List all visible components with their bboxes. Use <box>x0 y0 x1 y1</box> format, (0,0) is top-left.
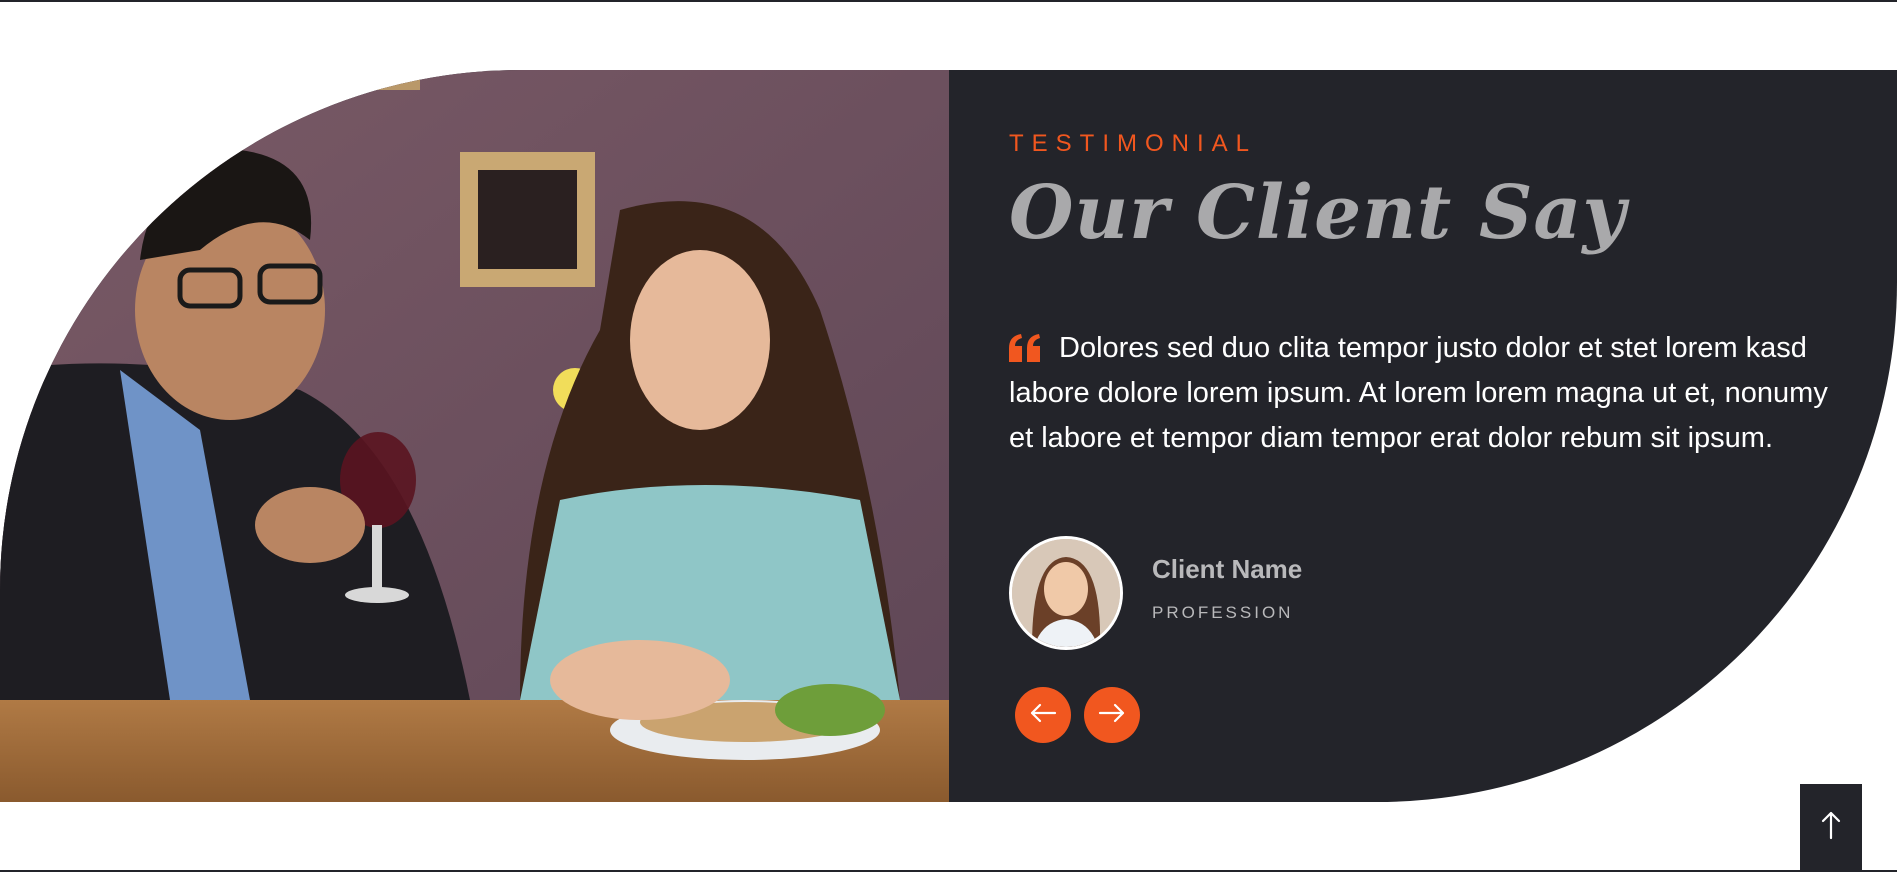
prev-testimonial-button[interactable] <box>1015 687 1071 743</box>
top-border <box>0 0 1897 2</box>
section-title: Our Client Say <box>1009 170 1627 256</box>
next-testimonial-button[interactable] <box>1084 687 1140 743</box>
back-to-top-button[interactable] <box>1800 784 1862 870</box>
testimonial-quote: Dolores sed duo clita tempor justo dolor… <box>1009 332 1828 454</box>
arrow-left-icon <box>1029 703 1057 727</box>
client-name: Client Name <box>1152 554 1303 584</box>
arrow-up-icon <box>1820 810 1842 844</box>
arrow-right-icon <box>1098 703 1126 727</box>
section-eyebrow: TESTIMONIAL <box>1009 130 1258 157</box>
client-avatar <box>1009 536 1123 650</box>
client-profession: PROFESSION <box>1152 603 1294 622</box>
testimonial-content: TESTIMONIAL Our Client Say Dolores sed d… <box>1009 70 1869 802</box>
couple-dining-photo <box>0 70 949 802</box>
testimonial-section: TESTIMONIAL Our Client Say Dolores sed d… <box>0 70 1897 802</box>
